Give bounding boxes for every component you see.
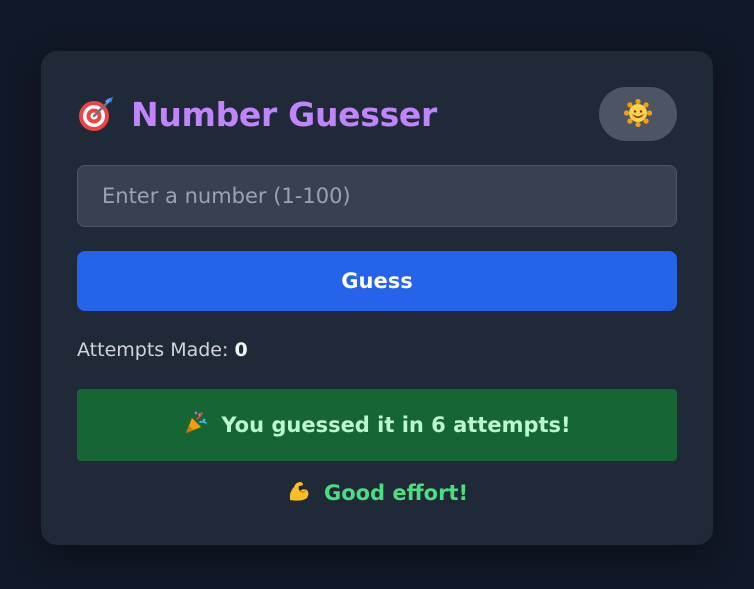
card-header: Number Guesser xyxy=(77,87,677,141)
party-popper-icon xyxy=(183,410,209,440)
game-card: Number Guesser Enter a number (1-100) Gu… xyxy=(41,51,713,545)
target-dart-icon xyxy=(77,95,115,133)
feedback-text: Good effort! xyxy=(323,481,469,505)
guess-button[interactable]: Guess xyxy=(77,251,677,311)
attempts-count: 0 xyxy=(234,339,248,361)
sun-face-icon xyxy=(623,98,653,131)
flexed-biceps-icon xyxy=(286,478,312,508)
result-banner: You guessed it in 6 attempts! xyxy=(77,389,677,461)
attempts-label: Attempts Made: xyxy=(77,339,229,361)
app-title: Number Guesser xyxy=(77,87,437,141)
app-title-text: Number Guesser xyxy=(131,94,437,134)
guess-input[interactable] xyxy=(77,165,677,227)
attempts-counter: Attempts Made: 0 xyxy=(77,339,248,361)
feedback-message: Good effort! xyxy=(77,475,677,511)
theme-toggle-button[interactable] xyxy=(599,87,677,141)
result-text: You guessed it in 6 attempts! xyxy=(221,413,571,437)
